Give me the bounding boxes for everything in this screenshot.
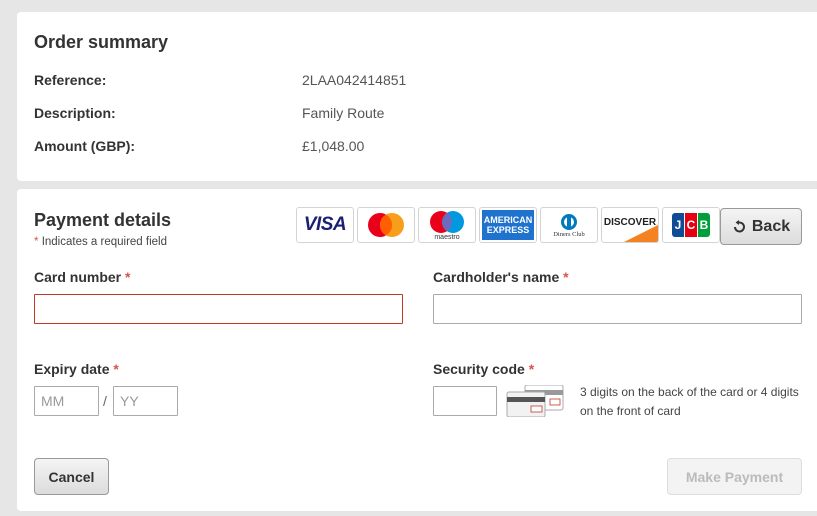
expiry-date-label-text: Expiry date bbox=[34, 361, 110, 377]
maestro-logo-text: maestro bbox=[434, 234, 460, 241]
card-number-input[interactable] bbox=[34, 294, 403, 324]
expiry-date-label: Expiry date * bbox=[34, 361, 119, 377]
security-required-marker: * bbox=[528, 361, 535, 377]
security-code-card-icon bbox=[506, 385, 564, 417]
jcb-logo-icon: J C B bbox=[662, 207, 720, 243]
card-number-required-marker: * bbox=[125, 269, 131, 285]
order-summary-title: Order summary bbox=[34, 32, 169, 52]
security-code-label: Security code * bbox=[433, 361, 534, 377]
cardholder-name-input[interactable] bbox=[433, 294, 802, 324]
card-number-label-text: Card number bbox=[34, 269, 122, 285]
security-code-label-text: Security code bbox=[433, 361, 525, 377]
order-summary-panel: Order summary Reference: 2LAA042414851 D… bbox=[17, 12, 817, 181]
required-note-text: Indicates a required field bbox=[41, 236, 167, 248]
maestro-logo-icon: maestro bbox=[418, 207, 476, 243]
accepted-cards: VISA maestro AMERICAN EXPRESS Diners Clu… bbox=[296, 207, 720, 243]
expiry-separator: / bbox=[103, 393, 107, 409]
cardholder-name-label-text: Cardholder's name bbox=[433, 269, 560, 285]
amex-text-top: AMERICAN bbox=[483, 215, 533, 225]
payment-details-panel: Payment details * Indicates a required f… bbox=[17, 189, 817, 511]
diners-club-text: Diners Club bbox=[553, 230, 585, 238]
visa-logo-text: VISA bbox=[303, 214, 347, 235]
amex-text-bottom: EXPRESS bbox=[486, 225, 530, 235]
expiry-year-input[interactable] bbox=[113, 386, 178, 416]
cardholder-name-label: Cardholder's name * bbox=[433, 269, 569, 285]
description-label: Description: bbox=[34, 105, 116, 121]
security-code-input[interactable] bbox=[433, 386, 497, 416]
diners-club-logo-icon: Diners Club bbox=[540, 207, 598, 243]
description-value: Family Route bbox=[302, 105, 385, 121]
back-button[interactable]: Back bbox=[720, 208, 802, 245]
card-number-label: Card number * bbox=[34, 269, 130, 285]
discover-logo-icon: DISCOVER bbox=[601, 207, 659, 243]
cardholder-required-marker: * bbox=[563, 269, 569, 285]
expiry-required-marker: * bbox=[113, 361, 119, 377]
reference-label: Reference: bbox=[34, 72, 107, 88]
required-marker: * bbox=[34, 236, 39, 248]
payment-details-title: Payment details bbox=[34, 210, 172, 230]
security-code-hint: 3 digits on the back of the card or 4 di… bbox=[580, 385, 799, 418]
cancel-button[interactable]: Cancel bbox=[34, 458, 109, 495]
make-payment-button[interactable]: Make Payment bbox=[667, 458, 802, 495]
amount-label: Amount (GBP): bbox=[34, 138, 136, 154]
back-arrow-icon bbox=[733, 219, 745, 232]
visa-logo-icon: VISA bbox=[296, 207, 354, 243]
back-button-label: Back bbox=[751, 217, 791, 235]
expiry-month-input[interactable] bbox=[34, 386, 99, 416]
required-field-note: * Indicates a required field bbox=[34, 236, 167, 248]
american-express-logo-icon: AMERICAN EXPRESS bbox=[479, 207, 537, 243]
mastercard-logo-icon bbox=[357, 207, 415, 243]
amount-value: £1,048.00 bbox=[302, 138, 365, 154]
reference-value: 2LAA042414851 bbox=[302, 72, 407, 88]
